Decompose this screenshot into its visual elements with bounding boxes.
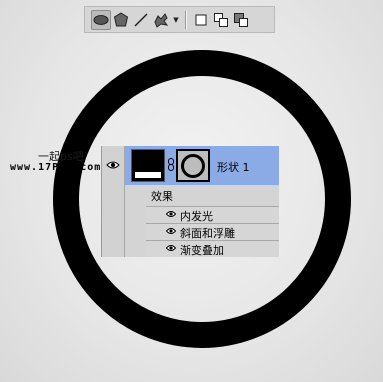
subtract-mode-button[interactable]	[231, 10, 251, 30]
new-layer-mode-icon	[195, 14, 207, 25]
eye-icon[interactable]	[106, 160, 120, 170]
polygon-tool-button[interactable]	[111, 10, 131, 30]
layer-name[interactable]: 形状 1	[217, 159, 250, 175]
toolbar-divider	[185, 10, 187, 29]
layer-row-shape-1[interactable]: 形状 1	[125, 146, 279, 185]
fill-thumbnail-bar	[135, 172, 161, 178]
effect-eye-icon[interactable]	[166, 227, 176, 235]
polygon-tool-icon	[113, 11, 129, 26]
vector-mask-thumbnail[interactable]	[176, 149, 210, 182]
add-mode-icon	[214, 12, 228, 27]
visibility-column	[102, 146, 125, 257]
effect-eye-icon[interactable]	[166, 244, 176, 252]
effect-eye-icon[interactable]	[166, 210, 176, 218]
custom-shape-tool-button[interactable]	[151, 10, 171, 30]
effect-label: 内发光	[180, 210, 213, 223]
chain-link-icon[interactable]	[167, 158, 175, 171]
line-tool-icon	[134, 12, 148, 27]
ring-mask-icon	[181, 153, 205, 178]
line-tool-button[interactable]	[131, 10, 151, 30]
custom-shape-dropdown-button[interactable]: ▼	[171, 10, 181, 30]
effect-row-inner-glow[interactable]: 内发光	[146, 206, 279, 223]
effect-label: 渐变叠加	[180, 244, 224, 257]
effect-row-bevel-emboss[interactable]: 斜面和浮雕	[146, 223, 279, 240]
subtract-mode-icon	[234, 12, 248, 27]
layer-fill-thumbnail[interactable]	[131, 149, 165, 182]
shape-options-toolbar: ▼	[84, 6, 275, 33]
custom-shape-tool-icon	[154, 12, 169, 28]
new-layer-mode-button[interactable]	[191, 10, 211, 30]
effect-row-gradient-overlay[interactable]: 渐变叠加	[146, 240, 279, 257]
ellipse-tool-icon	[93, 14, 109, 25]
add-mode-button[interactable]	[211, 10, 231, 30]
layers-panel: 形状 1 效果 内发光 斜面和浮雕 渐变叠加	[101, 146, 279, 257]
effect-label: 斜面和浮雕	[180, 227, 235, 240]
effects-label: 效果	[151, 190, 173, 203]
watermark-url: www.17PS8.com	[10, 162, 102, 173]
ellipse-tool-button[interactable]	[91, 9, 111, 30]
chevron-down-icon: ▼	[173, 15, 179, 24]
